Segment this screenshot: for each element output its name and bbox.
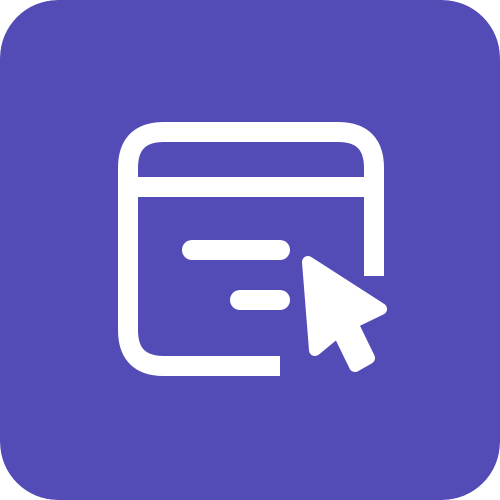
app-icon: [0, 0, 500, 500]
app-icon-graphic: [0, 0, 500, 500]
